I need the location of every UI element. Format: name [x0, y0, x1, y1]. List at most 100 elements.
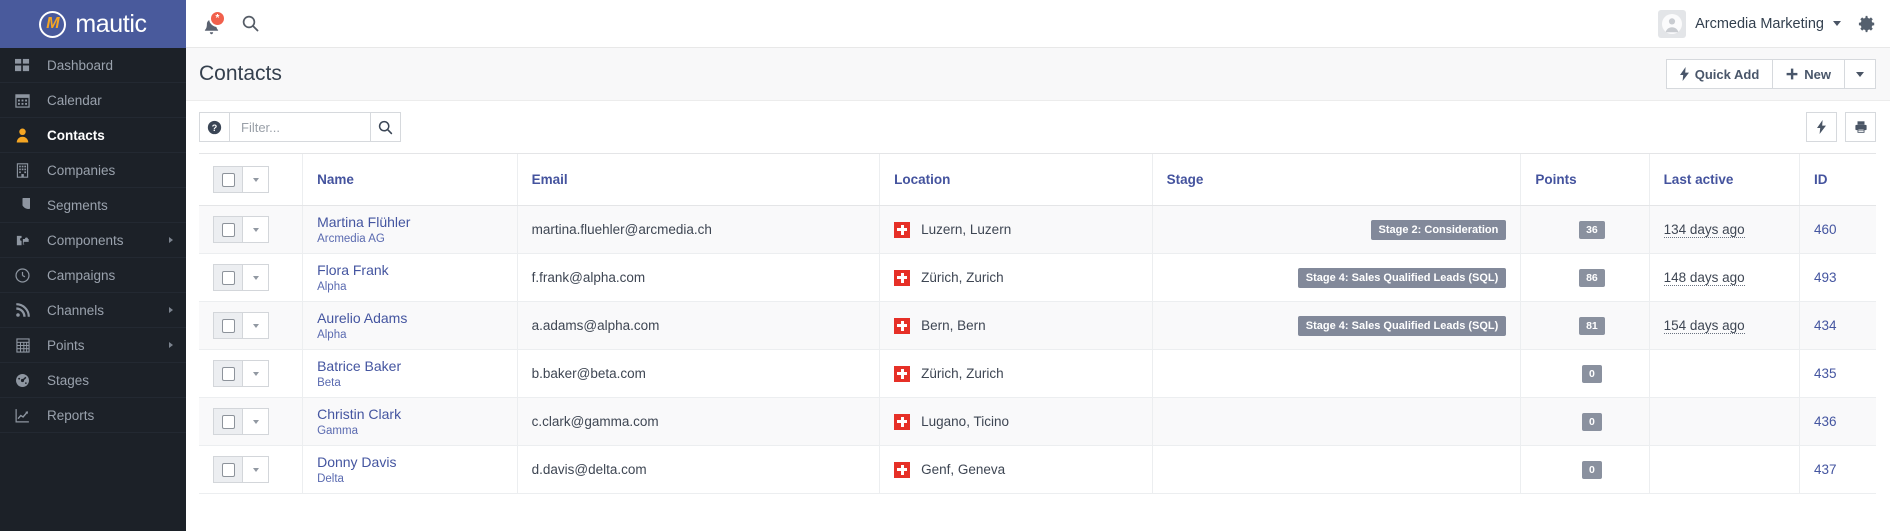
row-checkbox-box[interactable]: [213, 408, 243, 435]
row-actions-dropdown[interactable]: [243, 456, 269, 483]
cell-name: Donny Davis Delta: [302, 445, 518, 494]
settings-button[interactable]: [1858, 15, 1876, 33]
cell-name: Christin Clark Gamma: [302, 397, 518, 446]
sidebar-item-reports[interactable]: Reports: [0, 398, 186, 433]
sidebar-item-components[interactable]: Components: [0, 223, 186, 258]
cell-stage: [1151, 349, 1521, 398]
contact-name-link[interactable]: Martina Flühler: [317, 214, 517, 230]
export-button[interactable]: [1845, 112, 1876, 142]
new-button[interactable]: New: [1773, 59, 1845, 89]
search-input[interactable]: [230, 112, 370, 142]
contact-company-link[interactable]: Alpha: [317, 329, 346, 341]
column-header-id[interactable]: ID: [1798, 153, 1876, 206]
contact-id-link[interactable]: 434: [1814, 318, 1837, 333]
chevron-down-icon: [252, 419, 259, 424]
contact-company-link[interactable]: Alpha: [317, 281, 346, 293]
sidebar-item-label: Contacts: [47, 127, 105, 143]
row-actions-dropdown[interactable]: [243, 360, 269, 387]
filter-help-button[interactable]: ?: [199, 112, 230, 142]
row-checkbox-box[interactable]: [213, 264, 243, 291]
sidebar-item-points[interactable]: Points: [0, 328, 186, 363]
contact-id-link[interactable]: 436: [1814, 414, 1837, 429]
swiss-flag-icon: [894, 221, 911, 238]
cell-email: b.baker@beta.com: [516, 349, 880, 398]
row-checkbox[interactable]: [221, 366, 235, 381]
contact-name-link[interactable]: Donny Davis: [317, 454, 517, 470]
sidebar-item-channels[interactable]: Channels: [0, 293, 186, 328]
contact-company-link[interactable]: Delta: [317, 473, 344, 485]
row-checkbox-box[interactable]: [213, 312, 243, 339]
pie-chart-icon: [14, 197, 31, 213]
cell-points: 81: [1520, 301, 1650, 350]
row-checkbox[interactable]: [221, 414, 235, 429]
select-all-dropdown[interactable]: [243, 166, 269, 193]
contact-id-link[interactable]: 437: [1814, 462, 1837, 477]
row-checkbox[interactable]: [221, 318, 235, 333]
column-header-last-active[interactable]: Last active: [1648, 153, 1800, 206]
new-dropdown-button[interactable]: [1845, 59, 1876, 89]
user-avatar-icon: [1662, 13, 1683, 34]
contact-id-link[interactable]: 435: [1814, 366, 1837, 381]
sidebar-item-contacts[interactable]: Contacts: [0, 118, 186, 153]
contact-company-link[interactable]: Beta: [317, 377, 341, 389]
sidebar-item-companies[interactable]: Companies: [0, 153, 186, 188]
sidebar-item-segments[interactable]: Segments: [0, 188, 186, 223]
table-row[interactable]: Flora Frank Alpha f.frank@alpha.com Zürich,…: [199, 253, 1876, 302]
column-header-location[interactable]: Location: [879, 153, 1153, 206]
row-checkbox-box[interactable]: [213, 216, 243, 243]
row-checkbox-box[interactable]: [213, 456, 243, 483]
table-row[interactable]: Martina Flühler Arcmedia AG martina.fluehl…: [199, 205, 1876, 254]
cell-points: 86: [1520, 253, 1650, 302]
status-badge: Stage 4: Sales Qualified Leads (SQL): [1297, 315, 1507, 336]
column-header-name[interactable]: Name: [302, 153, 518, 206]
cell-last-active: 154 days ago: [1648, 301, 1800, 350]
bulk-actions-button[interactable]: [1806, 112, 1837, 142]
user-menu[interactable]: Arcmedia Marketing: [1658, 9, 1841, 38]
cell-points: 36: [1520, 205, 1650, 254]
quick-add-button[interactable]: Quick Add: [1665, 59, 1774, 89]
sidebar-item-label: Stages: [47, 372, 90, 388]
select-all-checkbox[interactable]: [221, 172, 235, 187]
contact-name-link[interactable]: Aurelio Adams: [317, 310, 517, 326]
table-head: Name Email Location Stage Points Last ac…: [199, 153, 1876, 206]
contact-id-link[interactable]: 493: [1814, 270, 1837, 285]
row-actions-dropdown[interactable]: [243, 264, 269, 291]
contact-name-link[interactable]: Christin Clark: [317, 406, 517, 422]
row-checkbox-box[interactable]: [213, 360, 243, 387]
contact-name-link[interactable]: Flora Frank: [317, 262, 517, 278]
contact-company-link[interactable]: Arcmedia AG: [317, 233, 385, 245]
row-checkbox[interactable]: [221, 222, 235, 237]
table-row[interactable]: Christin Clark Gamma c.clark@gamma.com Luga…: [199, 397, 1876, 446]
chevron-down-icon: [252, 467, 259, 472]
table-row[interactable]: Aurelio Adams Alpha a.adams@alpha.com Bern,…: [199, 301, 1876, 350]
table-row[interactable]: Batrice Baker Beta b.baker@beta.com Zürich,…: [199, 349, 1876, 398]
sidebar-item-dashboard[interactable]: Dashboard: [0, 48, 186, 83]
sidebar-item-stages[interactable]: Stages: [0, 363, 186, 398]
cell-id: 435: [1798, 349, 1876, 398]
sidebar-item-campaigns[interactable]: Campaigns: [0, 258, 186, 293]
global-search-button[interactable]: [242, 15, 259, 32]
sidebar-item-label: Channels: [47, 302, 105, 318]
cell-stage: Stage 4: Sales Qualified Leads (SQL): [1151, 253, 1521, 302]
row-actions-dropdown[interactable]: [243, 216, 269, 243]
contact-id-link[interactable]: 460: [1814, 222, 1837, 237]
puzzle-icon: [14, 233, 31, 248]
row-checkbox[interactable]: [221, 462, 235, 477]
contact-company-link[interactable]: Gamma: [317, 425, 358, 437]
select-all-box[interactable]: [213, 166, 243, 193]
search-submit-button[interactable]: [370, 112, 401, 142]
brand-logo[interactable]: M mautic: [0, 0, 186, 48]
column-header-stage[interactable]: Stage: [1151, 153, 1521, 206]
column-header-points[interactable]: Points: [1520, 153, 1650, 206]
cell-name: Flora Frank Alpha: [302, 253, 518, 302]
row-actions-dropdown[interactable]: [243, 312, 269, 339]
column-header-email[interactable]: Email: [516, 153, 880, 206]
cell-location: Lugano, Ticino: [879, 397, 1153, 446]
table-row[interactable]: Donny Davis Delta d.davis@delta.com Genf, G…: [199, 445, 1876, 494]
row-checkbox[interactable]: [221, 270, 235, 285]
row-actions-dropdown[interactable]: [243, 408, 269, 435]
contact-name-link[interactable]: Batrice Baker: [317, 358, 517, 374]
cell-points: 0: [1520, 349, 1650, 398]
sidebar-item-calendar[interactable]: Calendar: [0, 83, 186, 118]
notifications-button[interactable]: *: [200, 9, 226, 37]
